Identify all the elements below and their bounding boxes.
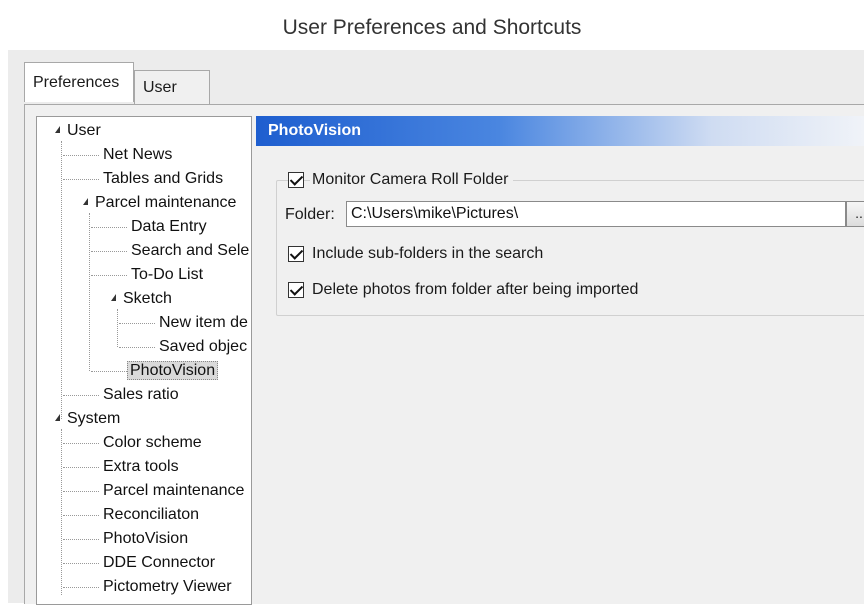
collapse-arrow-icon[interactable] — [83, 198, 88, 205]
tree-node-net-news[interactable]: Net News — [103, 143, 172, 167]
tree-node-system-parcel-maintenance[interactable]: Parcel maintenance — [103, 479, 244, 503]
browse-button[interactable]: ... — [846, 201, 864, 227]
tab-preferences[interactable]: Preferences — [24, 62, 134, 102]
tree-node-label: Sketch — [123, 290, 172, 307]
tree-node-label: Sales ratio — [103, 386, 179, 403]
panel-header: PhotoVision — [256, 116, 864, 146]
tree-node-new-item[interactable]: New item de — [159, 311, 248, 335]
tree-node-label: Parcel maintenance — [95, 194, 237, 211]
folder-path-input[interactable] — [346, 201, 846, 227]
tree-connector — [117, 309, 118, 347]
tree-node-user[interactable]: User — [67, 119, 101, 143]
tree-node-label: Saved objec — [159, 338, 248, 355]
tree-node-label: Net News — [103, 146, 173, 163]
tree-connector — [61, 141, 62, 419]
tree-node-todo-list[interactable]: To-Do List — [131, 263, 203, 287]
tree-connector — [91, 251, 127, 252]
tree-node-label: Pictometry Viewer — [103, 578, 232, 595]
tree-connector — [63, 515, 99, 516]
tree-node-extra-tools[interactable]: Extra tools — [103, 455, 179, 479]
tree-connector — [63, 563, 99, 564]
tree-node-label: Color scheme — [103, 434, 202, 451]
monitor-checkbox[interactable] — [288, 172, 304, 188]
tree-connector — [63, 155, 99, 156]
tree-connector — [61, 429, 62, 595]
tree-node-label: Tables and Grids — [103, 170, 224, 187]
tree-node-parcel-maintenance[interactable]: Parcel maintenance — [95, 191, 236, 215]
tree-connector — [91, 371, 127, 372]
tree-node-sketch[interactable]: Sketch — [123, 287, 172, 311]
tree-node-saved-objects[interactable]: Saved objec — [159, 335, 247, 359]
window-title: User Preferences and Shortcuts — [0, 0, 864, 52]
tree-connector — [63, 179, 99, 180]
tree-node-label: System — [67, 410, 121, 427]
tree-connector — [63, 395, 99, 396]
tree-node-label: To-Do List — [131, 266, 204, 283]
tree-node-sales-ratio[interactable]: Sales ratio — [103, 383, 179, 407]
tree-node-system[interactable]: System — [67, 407, 120, 431]
tab-user-bio[interactable]: User bio — [134, 70, 210, 130]
tree-node-search-select[interactable]: Search and Sele — [131, 239, 249, 263]
tree-node-label: Reconciliaton — [103, 506, 200, 523]
tree-node-tables-grids[interactable]: Tables and Grids — [103, 167, 223, 191]
delete-after-import-checkbox[interactable] — [288, 282, 304, 298]
folder-label: Folder: — [285, 206, 335, 223]
delete-after-import-label[interactable]: Delete photos from folder after being im… — [312, 280, 638, 300]
tree-connector — [119, 347, 155, 348]
collapse-arrow-icon[interactable] — [55, 126, 60, 133]
tree-connector — [89, 213, 90, 371]
tree-node-reconciliation[interactable]: Reconciliaton — [103, 503, 199, 527]
tree-node-system-photovision[interactable]: PhotoVision — [103, 527, 188, 551]
monitor-checkbox-label[interactable]: Monitor Camera Roll Folder — [310, 170, 513, 190]
tree-connector — [91, 275, 127, 276]
tree-node-dde-connector[interactable]: DDE Connector — [103, 551, 215, 575]
tree-connector — [63, 443, 99, 444]
tree-node-label: Data Entry — [131, 218, 207, 235]
tree-connector — [63, 539, 99, 540]
tree-node-label: DDE Connector — [103, 554, 216, 571]
collapse-arrow-icon[interactable] — [55, 414, 60, 421]
tree-connector — [63, 491, 99, 492]
tree-node-label: User — [67, 122, 101, 139]
tree-connector — [63, 587, 99, 588]
tree-node-pictometry-viewer[interactable]: Pictometry Viewer — [103, 575, 232, 599]
tree-node-label: Search and Sele — [131, 242, 250, 259]
tree-node-data-entry[interactable]: Data Entry — [131, 215, 207, 239]
tree-node-label: New item de — [159, 314, 248, 331]
tree-connector — [63, 467, 99, 468]
tree-node-label: PhotoVision — [103, 530, 189, 547]
tree-node-label: PhotoVision — [127, 361, 219, 380]
tree-connector — [91, 227, 127, 228]
tree-connector — [119, 323, 155, 324]
tree-node-color-scheme[interactable]: Color scheme — [103, 431, 202, 455]
collapse-arrow-icon[interactable] — [111, 294, 116, 301]
tree-node-photovision[interactable]: PhotoVision — [127, 359, 219, 383]
include-subfolders-checkbox[interactable] — [288, 246, 304, 262]
tree-node-label: Extra tools — [103, 458, 179, 475]
tree-node-label: Parcel maintenance — [103, 482, 245, 499]
include-subfolders-label[interactable]: Include sub-folders in the search — [312, 244, 543, 264]
preferences-tree[interactable]: User Net News Tables and Grids Parcel ma… — [36, 116, 252, 605]
